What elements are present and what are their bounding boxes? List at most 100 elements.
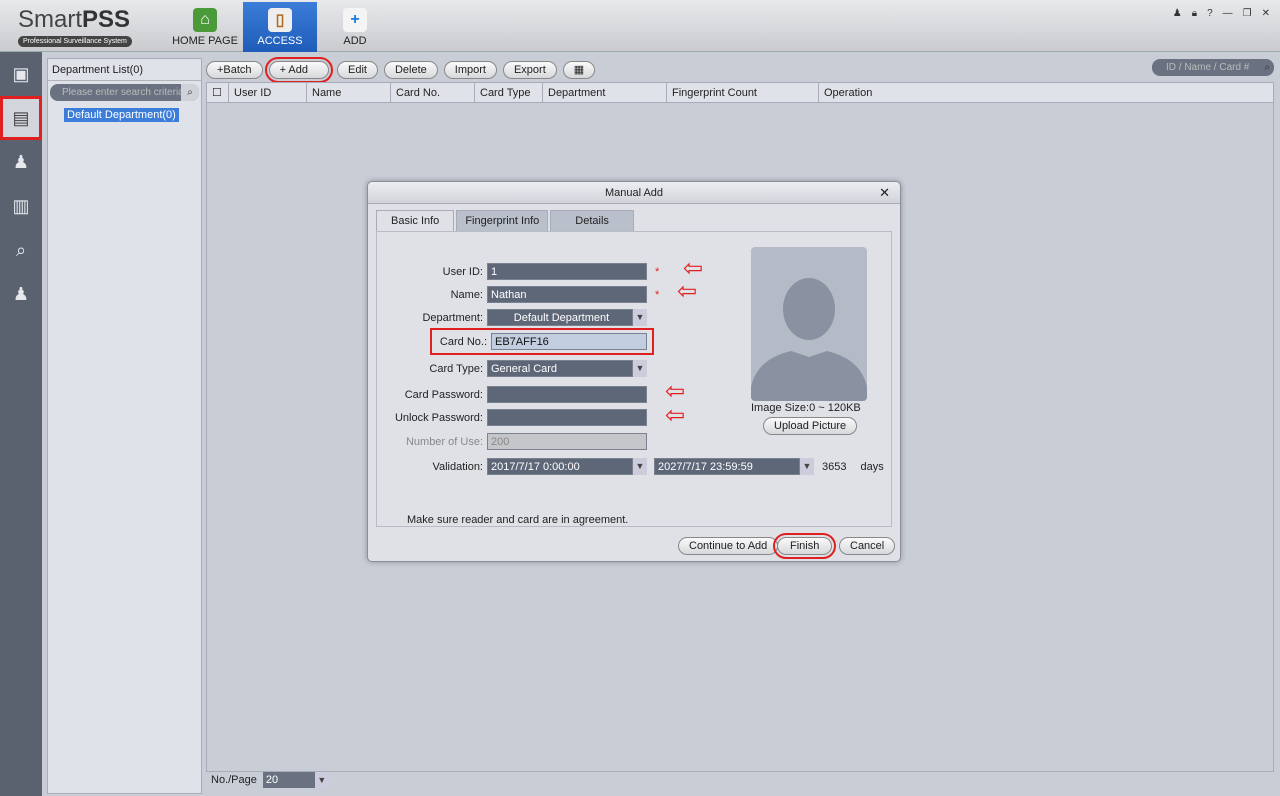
chevron-down-icon: ▼ (633, 309, 647, 326)
card-no-label: Card No.: (439, 335, 487, 348)
required-mark: * (655, 288, 660, 301)
unlock-password-label: Unlock Password: (394, 411, 483, 424)
user-photo-placeholder (751, 247, 867, 401)
unlock-password-input[interactable] (487, 409, 647, 426)
card-password-input[interactable] (487, 386, 647, 403)
search-record-icon[interactable]: ⌕ (0, 228, 42, 272)
chevron-down-icon: ▼ (314, 772, 329, 788)
user-gear-icon[interactable]: ♟ (0, 272, 42, 316)
search-icon[interactable]: ⌕ (1264, 59, 1270, 76)
export-button[interactable]: Export (502, 61, 557, 79)
department-select[interactable]: Default Department ▼ (487, 309, 647, 326)
search-icon[interactable]: ⌕ (181, 84, 199, 101)
valid-to-select[interactable]: 2027/7/17 23:59:59 ▼ (654, 458, 814, 475)
user-id-input[interactable]: 1 (487, 263, 647, 280)
red-arrow-annotation: ⇦ (683, 255, 704, 282)
logo-text-bold: PSS (82, 6, 131, 33)
door-icon: ▯ (268, 8, 292, 32)
chevron-down-icon: ▼ (800, 458, 814, 475)
user-card-icon[interactable]: ▤ (0, 96, 42, 140)
column-header[interactable]: Card No. (391, 83, 475, 102)
required-mark: * (655, 265, 660, 278)
logo-tagline: Professional Surveillance System (18, 36, 132, 47)
department-value: Default Department (487, 309, 633, 326)
close-icon[interactable]: ✕ (1262, 8, 1270, 19)
dialog-title: Manual Add (368, 182, 900, 204)
user-search-input[interactable]: ID / Name / Card # ⌕ (1152, 59, 1274, 76)
nav-home-page[interactable]: ⌂ HOME PAGE (168, 2, 242, 52)
name-input[interactable]: Nathan (487, 286, 647, 303)
upload-picture-button[interactable]: Upload Picture (763, 417, 858, 435)
department-list-title: Department List(0) (48, 59, 201, 81)
help-icon[interactable]: ? (1207, 8, 1213, 19)
tab-details[interactable]: Details (550, 210, 634, 231)
door-record-icon[interactable]: ▥ (0, 184, 42, 228)
search-placeholder: ID / Name / Card # (1166, 62, 1250, 73)
column-header[interactable]: Department (543, 83, 667, 102)
edit-button[interactable]: Edit (337, 61, 378, 79)
card-reader-button[interactable]: ▦ (562, 61, 596, 79)
lock-icon[interactable]: 🔒︎ (1192, 8, 1197, 19)
valid-to-value: 2027/7/17 23:59:59 (654, 458, 800, 475)
nav-access[interactable]: ▯ ACCESS (243, 2, 317, 52)
pagination: No./Page 20 ▼ (211, 772, 329, 788)
logo-text: Smart (18, 6, 83, 33)
add-button[interactable]: + Add (264, 57, 334, 83)
department-label: Department: (422, 311, 483, 324)
user-id-label: User ID: (442, 265, 483, 278)
manual-add-dialog: Manual Add ✕ Basic Info Fingerprint Info… (367, 181, 901, 562)
tab-fingerprint-info[interactable]: Fingerprint Info (456, 210, 549, 231)
red-arrow-annotation: ⇦ (677, 278, 698, 305)
column-header[interactable]: Card Type (475, 83, 543, 102)
nav-label: HOME PAGE (172, 35, 238, 47)
batch-button[interactable]: +Batch (206, 61, 263, 79)
user-settings-icon[interactable]: ♟ (0, 140, 42, 184)
search-placeholder: Please enter search criteria (62, 87, 184, 98)
cancel-button[interactable]: Cancel (839, 537, 896, 555)
number-of-use-label: Number of Use: (405, 435, 483, 448)
import-button[interactable]: Import (443, 61, 497, 79)
chevron-down-icon: ▼ (633, 458, 647, 475)
basic-info-panel: User ID: 1 * ⇦ Name: Nathan * ⇦ Department: D… (376, 231, 892, 527)
restore-icon[interactable]: ❐ (1243, 8, 1252, 19)
home-icon: ⌂ (193, 8, 217, 32)
column-header[interactable]: Name (307, 83, 391, 102)
valid-from-value: 2017/7/17 0:00:00 (487, 458, 633, 475)
image-size-label: Image Size:0 ~ 120KB (751, 402, 861, 414)
column-header[interactable]: Operation (819, 83, 1273, 102)
card-type-label: Card Type: (429, 362, 483, 375)
per-page-label: No./Page (211, 774, 257, 786)
nav-add[interactable]: + ADD (318, 2, 392, 52)
card-type-select[interactable]: General Card ▼ (487, 360, 647, 377)
per-page-value: 20 (262, 772, 315, 788)
validity-days-value: 3653 (822, 460, 847, 473)
name-label: Name: (450, 288, 483, 301)
toolbar: +Batch + Add Edit Delete Import Export ▦… (206, 57, 1274, 83)
tab-basic-info[interactable]: Basic Info (376, 210, 455, 231)
per-page-select[interactable]: 20 ▼ (262, 772, 329, 788)
continue-to-add-button[interactable]: Continue to Add (678, 537, 779, 555)
validation-label: Validation: (432, 460, 483, 473)
card-password-label: Card Password: (404, 388, 483, 401)
agreement-note: Make sure reader and card are in agreeme… (407, 514, 629, 526)
left-sidebar: ▣ ▤ ♟ ▥ ⌕ ♟ (0, 52, 42, 796)
column-header[interactable]: User ID (229, 83, 307, 102)
department-search-input[interactable]: Please enter search criteria ⌕ (50, 84, 199, 101)
finish-button[interactable]: Finish (772, 533, 837, 559)
valid-from-select[interactable]: 2017/7/17 0:00:00 ▼ (487, 458, 647, 475)
select-all-checkbox[interactable]: ☐ (207, 83, 229, 102)
card-no-input[interactable]: EB7AFF16 (491, 333, 647, 350)
red-arrow-annotation: ⇦ (665, 402, 686, 429)
number-of-use-input: 200 (487, 433, 647, 450)
column-header[interactable]: Fingerprint Count (667, 83, 819, 102)
door-person-icon[interactable]: ▣ (0, 52, 42, 96)
plus-icon: + (343, 8, 367, 32)
user-icon[interactable]: ♟ (1173, 8, 1182, 19)
tree-node-default-department[interactable]: Default Department(0) (64, 108, 179, 122)
title-bar: SmartPSS Professional Surveillance Syste… (0, 0, 1280, 52)
table-header: ☐ User ID Name Card No. Card Type Depart… (207, 83, 1273, 103)
minimize-icon[interactable]: — (1223, 8, 1233, 19)
nav-label: ACCESS (257, 35, 303, 47)
close-icon[interactable]: ✕ (879, 185, 890, 201)
delete-button[interactable]: Delete (383, 61, 438, 79)
